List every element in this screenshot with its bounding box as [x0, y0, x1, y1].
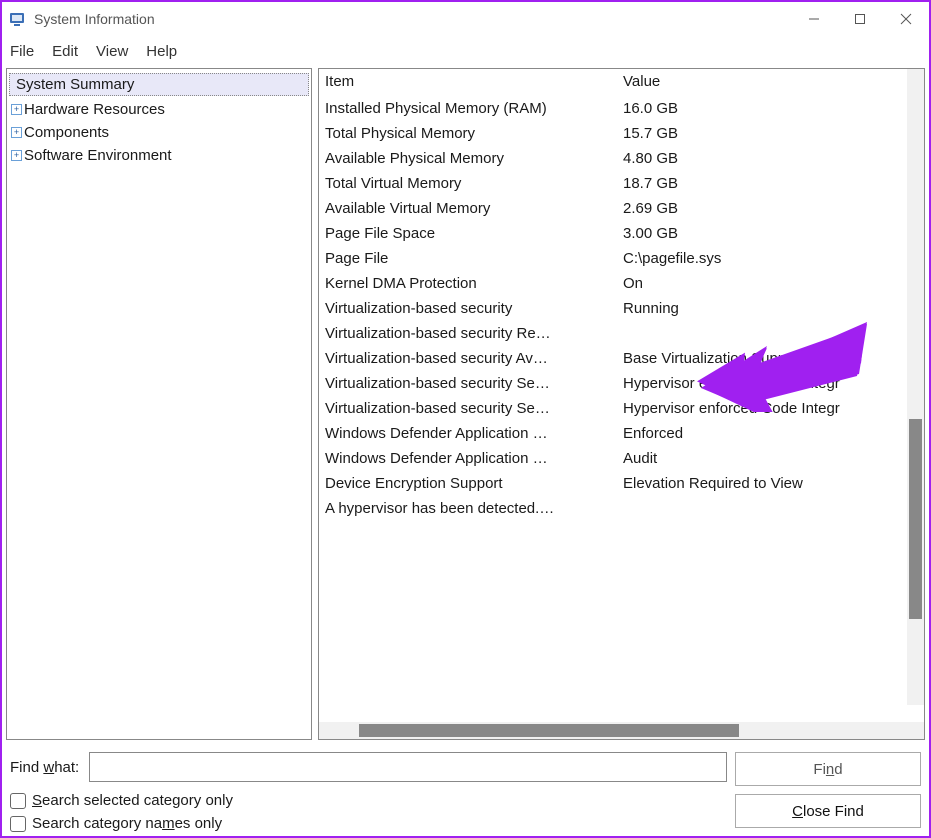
list-row[interactable]: Windows Defender Application …Enforced	[319, 421, 924, 446]
list-body: Installed Physical Memory (RAM)16.0 GBTo…	[319, 96, 924, 521]
search-area: Find what: Search selected category only…	[2, 742, 929, 836]
row-value: Elevation Required to View	[623, 475, 924, 492]
list-row[interactable]: A hypervisor has been detected.…	[319, 496, 924, 521]
row-value: 15.7 GB	[623, 125, 924, 142]
menu-file[interactable]: File	[10, 43, 34, 60]
close-find-button[interactable]: Close Find	[735, 794, 921, 828]
tree-item-label: Software Environment	[24, 147, 172, 164]
list-row[interactable]: Total Virtual Memory18.7 GB	[319, 171, 924, 196]
row-value: 2.69 GB	[623, 200, 924, 217]
row-value	[623, 325, 924, 342]
row-item: A hypervisor has been detected.…	[325, 500, 623, 517]
checkbox-label: Search category names only	[32, 815, 222, 832]
minimize-button[interactable]	[791, 2, 837, 36]
tree-item-label: Hardware Resources	[24, 101, 165, 118]
plus-icon[interactable]: +	[11, 127, 22, 138]
row-item: Available Virtual Memory	[325, 200, 623, 217]
tree-pane[interactable]: System Summary + Hardware Resources + Co…	[6, 68, 312, 740]
row-value: C:\pagefile.sys	[623, 250, 924, 267]
column-value[interactable]: Value	[623, 73, 924, 90]
list-row[interactable]: Page FileC:\pagefile.sys	[319, 246, 924, 271]
tree-item-label: Components	[24, 124, 109, 141]
main-split: System Summary + Hardware Resources + Co…	[2, 66, 929, 742]
vertical-scroll-thumb[interactable]	[909, 419, 922, 619]
checkbox-icon[interactable]	[10, 793, 26, 809]
menu-view[interactable]: View	[96, 43, 128, 60]
find-what-label: Find what:	[10, 759, 79, 776]
list-row[interactable]: Page File Space3.00 GB	[319, 221, 924, 246]
list-row[interactable]: Installed Physical Memory (RAM)16.0 GB	[319, 96, 924, 121]
row-value: Hypervisor enforced Code Integr	[623, 400, 924, 417]
list-row[interactable]: Virtualization-based securityRunning	[319, 296, 924, 321]
row-item: Available Physical Memory	[325, 150, 623, 167]
row-item: Installed Physical Memory (RAM)	[325, 100, 623, 117]
search-category-names-checkbox[interactable]: Search category names only	[10, 815, 727, 832]
list-row[interactable]: Virtualization-based security Se…Hypervi…	[319, 371, 924, 396]
list-pane: Item Value Installed Physical Memory (RA…	[318, 68, 925, 740]
row-item: Virtualization-based security	[325, 300, 623, 317]
plus-icon[interactable]: +	[11, 150, 22, 161]
tree-root-system-summary[interactable]: System Summary	[9, 73, 309, 96]
row-value: 4.80 GB	[623, 150, 924, 167]
row-value: 16.0 GB	[623, 100, 924, 117]
list-row[interactable]: Device Encryption SupportElevation Requi…	[319, 471, 924, 496]
tree-item-software-environment[interactable]: + Software Environment	[9, 144, 309, 167]
horizontal-scroll-thumb[interactable]	[359, 724, 739, 737]
maximize-button[interactable]	[837, 2, 883, 36]
row-item: Virtualization-based security Re…	[325, 325, 623, 342]
list-row[interactable]: Windows Defender Application …Audit	[319, 446, 924, 471]
row-item: Page File	[325, 250, 623, 267]
row-value: Hypervisor enforced Code Integr	[623, 375, 924, 392]
titlebar: System Information	[2, 2, 929, 36]
list-header[interactable]: Item Value	[319, 69, 924, 96]
list-scroll[interactable]: Item Value Installed Physical Memory (RA…	[319, 69, 924, 722]
close-button[interactable]	[883, 2, 929, 36]
row-item: Page File Space	[325, 225, 623, 242]
plus-icon[interactable]: +	[11, 104, 22, 115]
search-selected-category-checkbox[interactable]: Search selected category only	[10, 792, 727, 809]
list-row[interactable]: Kernel DMA ProtectionOn	[319, 271, 924, 296]
menubar: File Edit View Help	[2, 36, 929, 66]
row-value: 3.00 GB	[623, 225, 924, 242]
row-item: Device Encryption Support	[325, 475, 623, 492]
window-buttons	[791, 2, 929, 36]
list-row[interactable]: Virtualization-based security Av…Base Vi…	[319, 346, 924, 371]
row-item: Kernel DMA Protection	[325, 275, 623, 292]
menu-help[interactable]: Help	[146, 43, 177, 60]
row-item: Virtualization-based security Se…	[325, 400, 623, 417]
row-item: Total Virtual Memory	[325, 175, 623, 192]
tree-item-components[interactable]: + Components	[9, 121, 309, 144]
list-row[interactable]: Virtualization-based security Se…Hypervi…	[319, 396, 924, 421]
row-value: 18.7 GB	[623, 175, 924, 192]
list-row[interactable]: Available Virtual Memory2.69 GB	[319, 196, 924, 221]
row-value	[623, 500, 924, 517]
list-row[interactable]: Available Physical Memory4.80 GB	[319, 146, 924, 171]
checkbox-label: Search selected category only	[32, 792, 233, 809]
window-title: System Information	[34, 11, 791, 27]
find-button[interactable]: Find	[735, 752, 921, 786]
row-item: Total Physical Memory	[325, 125, 623, 142]
list-row[interactable]: Virtualization-based security Re…	[319, 321, 924, 346]
row-item: Windows Defender Application …	[325, 425, 623, 442]
row-item: Virtualization-based security Av…	[325, 350, 623, 367]
find-what-input[interactable]	[89, 752, 727, 782]
row-value: Running	[623, 300, 924, 317]
row-value: Base Virtualization Support, Secu	[623, 350, 924, 367]
vertical-scrollbar[interactable]	[907, 69, 924, 705]
row-item: Windows Defender Application …	[325, 450, 623, 467]
checkbox-icon[interactable]	[10, 816, 26, 832]
row-value: On	[623, 275, 924, 292]
column-item[interactable]: Item	[325, 73, 623, 90]
row-value: Audit	[623, 450, 924, 467]
horizontal-scrollbar[interactable]	[319, 722, 924, 739]
row-item: Virtualization-based security Se…	[325, 375, 623, 392]
menu-edit[interactable]: Edit	[52, 43, 78, 60]
list-row[interactable]: Total Physical Memory15.7 GB	[319, 121, 924, 146]
app-icon	[8, 10, 26, 28]
tree-item-hardware-resources[interactable]: + Hardware Resources	[9, 98, 309, 121]
row-value: Enforced	[623, 425, 924, 442]
